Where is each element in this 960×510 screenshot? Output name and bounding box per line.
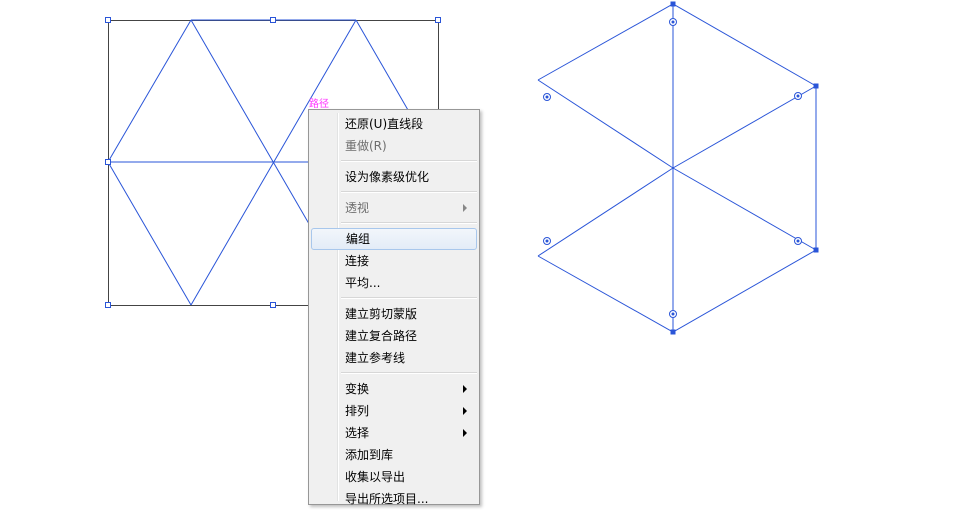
- menu-item-label: 平均...: [345, 276, 381, 290]
- menu-item[interactable]: 变换: [311, 378, 477, 400]
- artwork-canvas[interactable]: [0, 0, 960, 507]
- menu-item-label: 收集以导出: [345, 470, 406, 484]
- menu-item-label: 编组: [346, 232, 371, 246]
- menu-item-label: 建立复合路径: [345, 329, 418, 343]
- menu-item[interactable]: 重做(R): [311, 135, 477, 157]
- menu-item[interactable]: 排列: [311, 400, 477, 422]
- menu-item-label: 选择: [345, 426, 370, 440]
- menu-item[interactable]: 还原(U)直线段: [311, 113, 477, 135]
- menu-item-label: 透视: [345, 201, 370, 215]
- menu-item-label: 添加到库: [345, 448, 394, 462]
- menu-item[interactable]: 设为像素级优化: [311, 166, 477, 188]
- submenu-arrow-icon: [463, 204, 467, 212]
- menu-item[interactable]: 透视: [311, 197, 477, 219]
- menu-item-label: 重做(R): [345, 139, 387, 153]
- submenu-arrow-icon: [463, 407, 467, 415]
- hexagon-shape[interactable]: [537, 1, 819, 335]
- menu-item[interactable]: 平均...: [311, 272, 477, 294]
- menu-item[interactable]: 连接: [311, 250, 477, 272]
- menu-separator: [341, 160, 477, 162]
- smart-guide-label: 路径: [309, 99, 329, 110]
- menu-item-label: 导出所选项目...: [345, 492, 429, 506]
- menu-item[interactable]: 收集以导出: [311, 466, 477, 488]
- context-menu[interactable]: 还原(U)直线段 重做(R) 设为像素级优化 透视编组连接平均... 建立剪切蒙版 建立复…: [308, 109, 480, 506]
- menu-item-label: 排列: [345, 404, 370, 418]
- menu-item-label: 变换: [345, 382, 370, 396]
- menu-item-label: 建立剪切蒙版: [345, 307, 418, 321]
- submenu-arrow-icon: [463, 429, 467, 437]
- menu-item-label: 设为像素级优化: [345, 170, 430, 184]
- menu-item[interactable]: 选择: [311, 422, 477, 444]
- menu-separator: [341, 191, 477, 193]
- menu-separator: [341, 372, 477, 374]
- submenu-arrow-icon: [463, 385, 467, 393]
- menu-item[interactable]: 建立剪切蒙版: [311, 303, 477, 325]
- menu-separator: [341, 297, 477, 299]
- menu-item-label: 连接: [345, 254, 370, 268]
- menu-item[interactable]: 建立参考线: [311, 347, 477, 369]
- menu-item[interactable]: 编组: [311, 228, 477, 250]
- menu-item-label: 建立参考线: [345, 351, 406, 365]
- menu-item[interactable]: 添加到库: [311, 444, 477, 466]
- menu-separator: [341, 222, 477, 224]
- menu-item-label: 还原(U)直线段: [345, 117, 424, 131]
- menu-item[interactable]: 建立复合路径: [311, 325, 477, 347]
